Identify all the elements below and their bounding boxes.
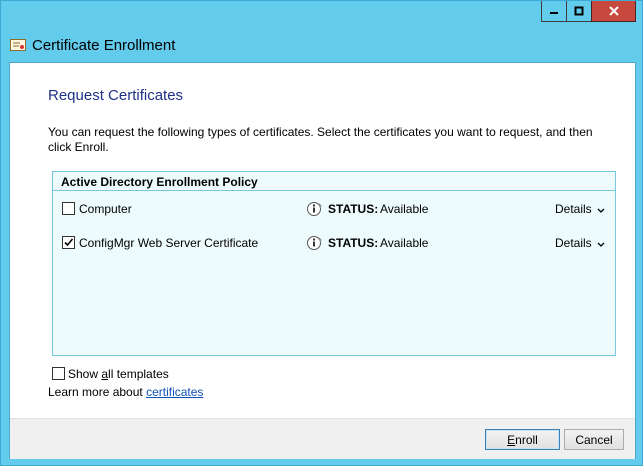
status-value: Available <box>380 236 429 250</box>
certificate-icon <box>10 38 26 52</box>
chevron-down-icon <box>597 203 605 217</box>
window-title: Certificate Enrollment <box>32 37 176 54</box>
status-label: STATUS: <box>328 236 379 250</box>
status-value: Available <box>380 202 429 216</box>
certificate-label: ConfigMgr Web Server Certificate <box>79 236 259 250</box>
page-heading: Request Certificates <box>48 87 184 104</box>
status-label: STATUS: <box>328 202 379 216</box>
info-icon <box>306 200 324 218</box>
certificate-label: Computer <box>79 202 132 216</box>
button-bar: Enroll Cancel <box>10 418 635 459</box>
certificate-row-computer[interactable]: Computer STATUS: Available Details <box>53 199 615 219</box>
maximize-button[interactable] <box>566 1 592 22</box>
window-controls <box>541 1 636 22</box>
details-label: Details <box>555 236 592 250</box>
show-all-checkbox[interactable] <box>52 367 65 380</box>
chevron-down-icon <box>597 237 605 251</box>
minimize-icon <box>550 12 558 14</box>
page-description: You can request the following types of c… <box>48 125 593 154</box>
close-icon <box>608 6 619 16</box>
learn-more-text: Learn more about certificates <box>48 385 204 399</box>
cancel-button[interactable]: Cancel <box>564 429 624 450</box>
dialog-content: Request Certificates You can request the… <box>9 62 636 459</box>
minimize-button[interactable] <box>541 1 567 22</box>
window-frame: Certificate Enrollment Request Certifica… <box>0 0 643 466</box>
certificates-link[interactable]: certificates <box>146 385 203 399</box>
enrollment-policy-panel: Active Directory Enrollment Policy Compu… <box>52 171 616 356</box>
policy-header: Active Directory Enrollment Policy <box>53 172 615 191</box>
show-all-label: Show all templates <box>68 367 169 381</box>
details-toggle[interactable]: Details <box>555 236 605 251</box>
computer-checkbox[interactable] <box>62 202 75 215</box>
enroll-button[interactable]: Enroll <box>485 429 560 450</box>
title-bar[interactable]: Certificate Enrollment <box>1 1 643 61</box>
certificate-row-configmgr[interactable]: ConfigMgr Web Server Certificate STATUS:… <box>53 233 615 253</box>
details-label: Details <box>555 202 592 216</box>
info-icon <box>306 234 324 252</box>
policy-title: Active Directory Enrollment Policy <box>61 175 258 189</box>
maximize-icon <box>574 6 584 16</box>
configmgr-checkbox[interactable] <box>62 236 75 249</box>
close-button[interactable] <box>591 1 636 22</box>
checkmark-icon <box>64 238 74 247</box>
details-toggle[interactable]: Details <box>555 202 605 217</box>
